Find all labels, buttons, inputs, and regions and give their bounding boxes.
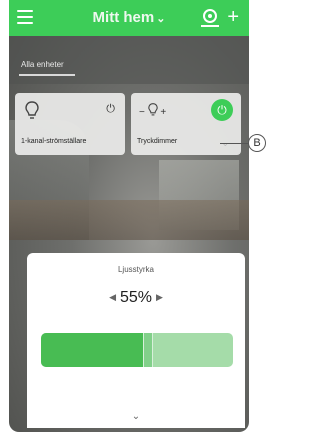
plus-small-icon: +	[160, 107, 167, 118]
collapse-chevron-icon[interactable]: ⌄	[27, 411, 245, 422]
slider-handle[interactable]	[142, 333, 153, 367]
background-floor	[9, 200, 249, 240]
brightness-sheet: Ljusstyrka ◀ 55% ▶ ⌄	[27, 253, 245, 428]
device-name: Tryckdimmer	[137, 138, 178, 145]
device-card-switch[interactable]: ⏻ 1-kanal-strömställare	[15, 93, 125, 155]
tab-all-devices[interactable]: Alla enheter	[21, 60, 64, 69]
bulb-icon	[25, 101, 39, 119]
bulb-icon	[147, 103, 158, 116]
header-actions: +	[201, 7, 241, 28]
sheet-title: Ljusstyrka	[117, 265, 154, 274]
tab-underline	[19, 74, 75, 76]
tab-bar: Alla enheter	[9, 36, 249, 84]
brightness-value: 55%	[119, 289, 153, 306]
home-title: Mitt hem	[92, 9, 155, 26]
slider-fill	[41, 333, 147, 367]
chevron-down-icon: ⌄	[156, 13, 166, 25]
minus-icon: −	[139, 107, 145, 118]
device-card-dimmer[interactable]: − + ⏻ Tryckdimmer ⌄	[131, 93, 241, 155]
plus-icon[interactable]: +	[227, 7, 239, 27]
power-toggle-button[interactable]: ⏻	[211, 99, 233, 121]
app-screen: Mitt hem ⌄ + Alla enheter ⏻ 1-kanal-ström…	[9, 0, 249, 432]
app-header: Mitt hem ⌄ +	[9, 0, 249, 36]
power-icon[interactable]: ⏻	[106, 103, 115, 116]
callout-badge: B	[248, 134, 266, 152]
increase-arrow-icon[interactable]: ▶	[156, 292, 163, 302]
callout-line	[220, 143, 250, 144]
brightness-slider[interactable]	[41, 333, 233, 367]
decrease-arrow-icon[interactable]: ◀	[109, 292, 116, 302]
brightness-level: ◀ 55% ▶	[27, 289, 245, 307]
device-name: 1-kanal-strömställare	[21, 138, 87, 145]
dimmer-control: − +	[139, 103, 166, 118]
